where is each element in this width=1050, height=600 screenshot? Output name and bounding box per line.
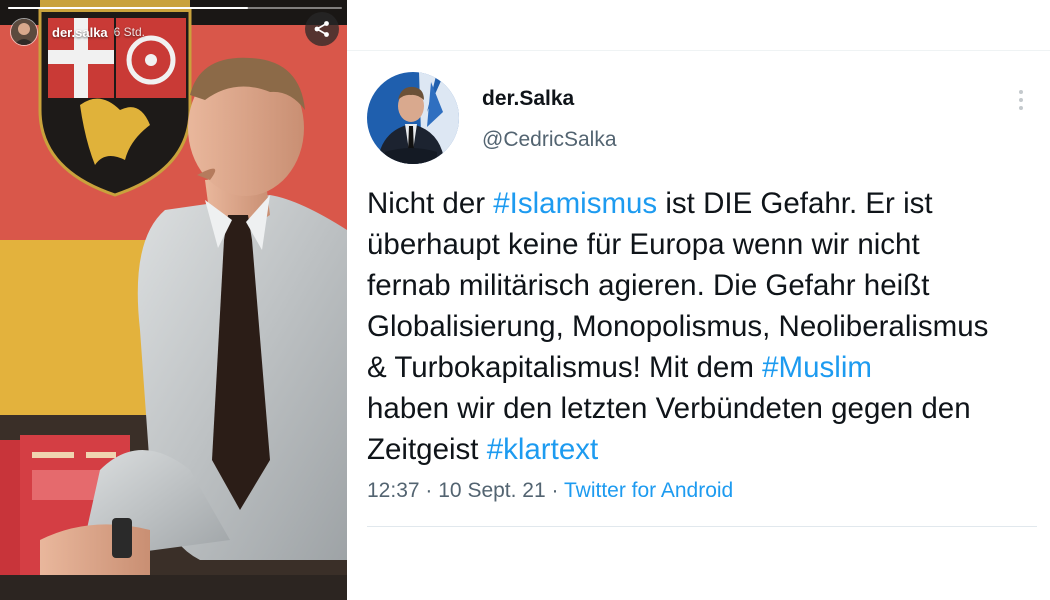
- story-header: der.salka 6 Std.: [10, 17, 145, 47]
- tweet-text-segment: Zeitgeist: [367, 433, 487, 466]
- story-username[interactable]: der.salka: [52, 25, 108, 40]
- tweet-time: 12:37: [367, 479, 420, 502]
- story-photo: [0, 0, 347, 600]
- story-avatar[interactable]: [10, 18, 38, 46]
- tweet-text-segment: überhaupt keine für Europa wenn wir nich…: [367, 228, 920, 261]
- story-panel: der.salka 6 Std.: [0, 0, 347, 600]
- story-progress-fill: [8, 7, 249, 9]
- tweet-date: 10 Sept. 21: [438, 479, 546, 502]
- share-icon: [314, 21, 329, 37]
- tweet-text-line: fernab militärisch agieren. Die Gefahr h…: [367, 265, 1047, 306]
- display-name[interactable]: der.Salka: [482, 87, 574, 111]
- tweet-text-line: haben wir den letzten Verbündeten gegen …: [367, 388, 1047, 429]
- share-button[interactable]: [305, 12, 339, 46]
- hashtag-link[interactable]: #klartext: [487, 433, 599, 466]
- tweet-text-line: Zeitgeist #klartext: [367, 429, 1047, 470]
- tweet-text-segment: fernab militärisch agieren. Die Gefahr h…: [367, 269, 930, 302]
- tweet-meta: 12:37 · 10 Sept. 21 · Twitter for Androi…: [367, 479, 733, 503]
- profile-avatar[interactable]: [367, 72, 459, 164]
- hashtag-link[interactable]: #Muslim: [762, 351, 872, 384]
- more-options-button[interactable]: [1007, 86, 1035, 114]
- user-handle[interactable]: @CedricSalka: [482, 128, 617, 152]
- story-timestamp: 6 Std.: [113, 25, 146, 39]
- tweet-source-link[interactable]: Twitter for Android: [564, 479, 733, 502]
- more-vertical-icon: [1019, 90, 1023, 94]
- tweet-text-segment: haben wir den letzten Verbündeten gegen …: [367, 392, 971, 425]
- tweet-text-line: überhaupt keine für Europa wenn wir nich…: [367, 224, 1047, 265]
- hashtag-link[interactable]: #Islamismus: [493, 187, 657, 220]
- tweet-text: Nicht der #Islamismus ist DIE Gefahr. Er…: [367, 183, 1047, 470]
- more-dot: [1019, 98, 1023, 102]
- tweet-text-segment: Globalisierung, Monopolismus, Neoliberal…: [367, 310, 989, 343]
- meta-separator: ·: [551, 479, 559, 502]
- tweet-text-line: & Turbokapitalismus! Mit dem #Muslim: [367, 347, 1047, 388]
- tweet-text-segment: & Turbokapitalismus! Mit dem: [367, 351, 763, 384]
- tweet-text-segment: Nicht der: [367, 187, 494, 220]
- tweet-text-segment: ist DIE Gefahr. Er ist: [657, 187, 933, 220]
- tweet-text-line: Nicht der #Islamismus ist DIE Gefahr. Er…: [367, 183, 1047, 224]
- more-dot: [1019, 106, 1023, 110]
- tweet-text-line: Globalisierung, Monopolismus, Neoliberal…: [367, 306, 1047, 347]
- bottom-divider: [367, 526, 1037, 527]
- story-progress-bar: [8, 7, 342, 9]
- top-divider: [347, 50, 1050, 51]
- meta-separator: ·: [425, 479, 433, 502]
- tweet-card: der.Salka @CedricSalka Nicht der #Islami…: [347, 0, 1050, 600]
